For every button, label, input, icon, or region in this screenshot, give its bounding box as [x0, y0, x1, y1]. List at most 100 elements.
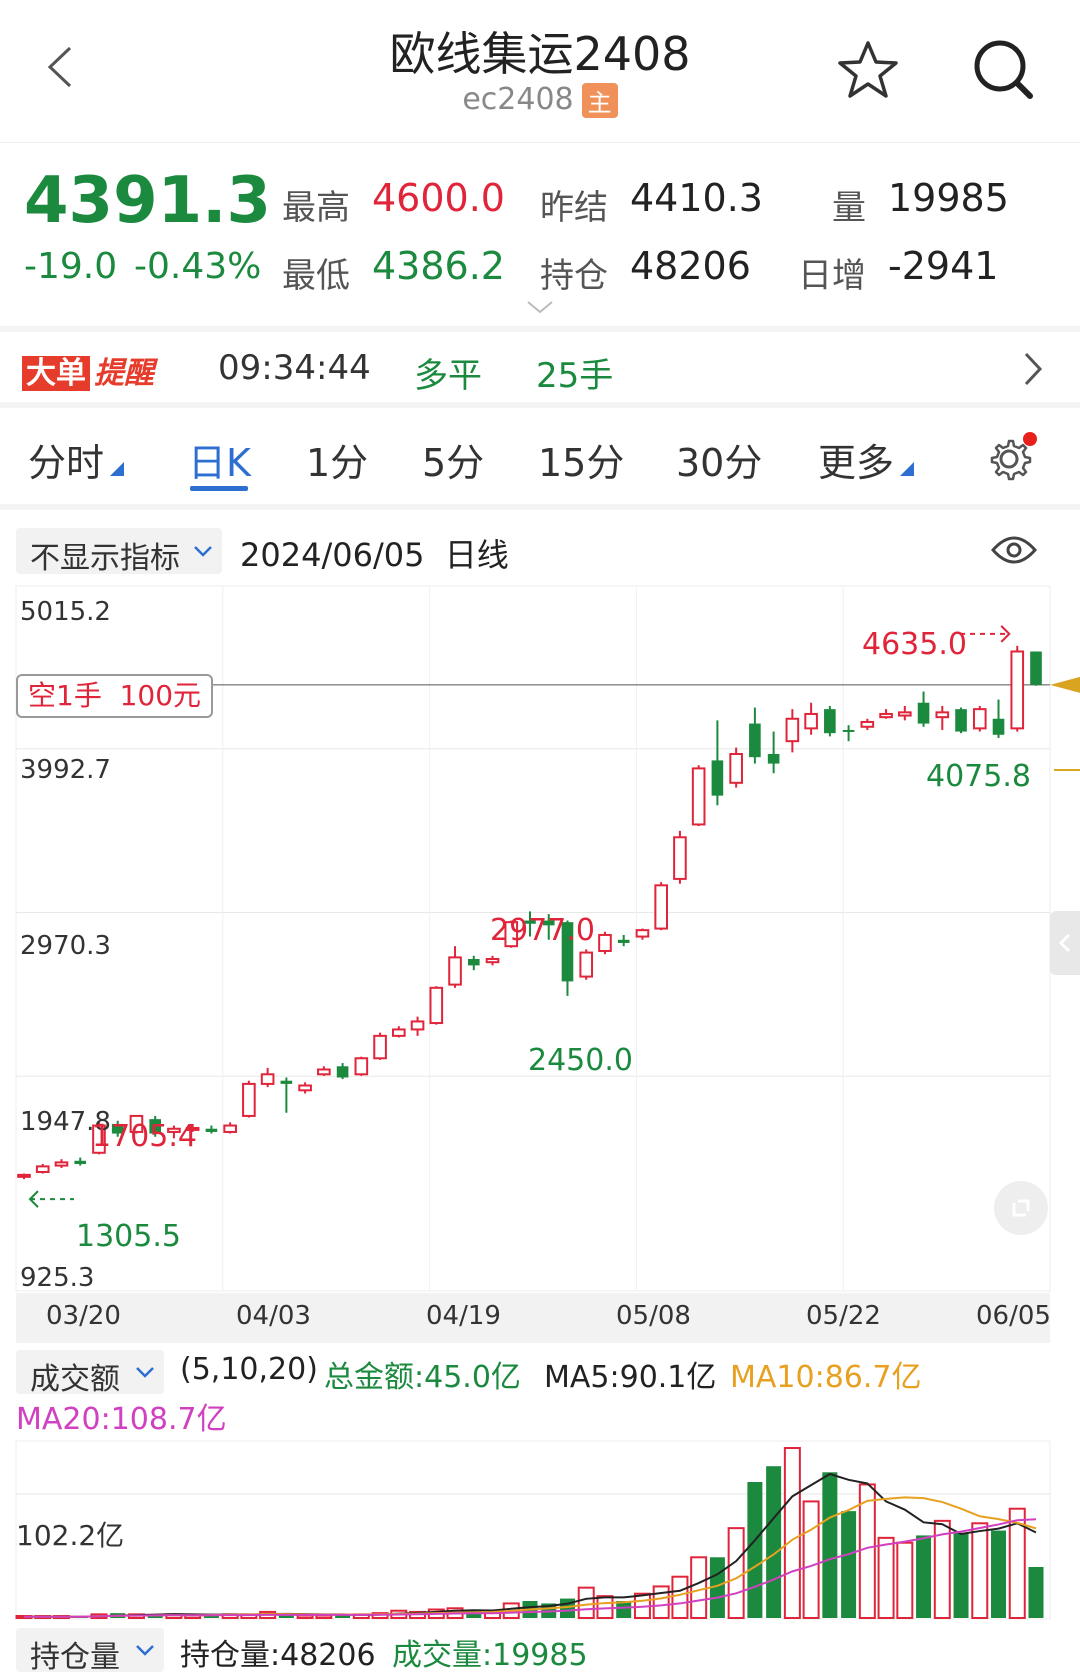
candle-body-up: [785, 717, 800, 743]
tab-5min[interactable]: 5分: [422, 432, 484, 487]
volume-bar-down: [616, 1601, 632, 1618]
collapse-side-handle[interactable]: [1050, 911, 1080, 975]
candle-body-up: [429, 986, 444, 1025]
volume-bar-down: [747, 1482, 763, 1618]
position-tag[interactable]: 空1手 100元: [16, 674, 214, 718]
tab-daily-k[interactable]: 日K: [188, 432, 251, 487]
tab-daily-k-label: 日K: [188, 441, 251, 485]
chevron-down-icon: [134, 1639, 156, 1665]
candle-body-up: [879, 712, 893, 719]
alert-tag: 大单 提醒: [22, 348, 154, 391]
x-tick-2: 04/03: [236, 1301, 311, 1331]
tab-15min[interactable]: 15分: [538, 432, 624, 487]
volume-bar-up: [877, 1536, 895, 1619]
volume-label: 量: [832, 188, 866, 228]
big-order-alert[interactable]: 大单 提醒 09:34:44 多平 25手: [0, 334, 1080, 408]
tab-more[interactable]: 更多: [818, 432, 915, 487]
main-contract-badge: 主: [581, 83, 618, 118]
candle-body-up: [354, 1057, 369, 1076]
position-price-marker: [1050, 676, 1080, 693]
low-label: 最低: [282, 256, 350, 296]
dropdown-corner-icon: [900, 462, 915, 476]
candle-body-up: [223, 1124, 237, 1133]
y-tick-bottom: 925.3: [20, 1263, 95, 1293]
expand-chevron-icon[interactable]: [524, 298, 556, 318]
candle-body-down: [767, 753, 780, 764]
volume-bar-up: [652, 1585, 670, 1620]
active-tab-underline: [190, 486, 248, 491]
candle-body-up: [485, 957, 500, 964]
candle-body-down: [617, 939, 630, 943]
volume-ma10: MA10:86.7亿: [730, 1360, 922, 1395]
candle-body-up: [804, 712, 818, 730]
y-tick-3: 2970.3: [20, 931, 111, 961]
price-change-pct: -0.43%: [134, 246, 262, 287]
candle-body-up: [579, 951, 594, 978]
indicator-select-label: 不显示指标: [30, 541, 180, 576]
chevron-down-icon: [192, 540, 214, 566]
alert-tag-a: 大单: [22, 356, 90, 391]
volume-bar-up: [596, 1595, 614, 1619]
y-tick-2: 3992.7: [20, 755, 111, 785]
volume-params: (5,10,20): [180, 1352, 318, 1387]
candle-body-up: [17, 1173, 31, 1178]
candle-body-down: [74, 1160, 87, 1164]
chevron-right-icon[interactable]: [1020, 350, 1044, 388]
kline-chart[interactable]: 5015.2 3992.7 2970.3 1947.8 925.3 空1手 10…: [0, 585, 1080, 1345]
volume-total: 总金额:45.0亿: [324, 1360, 521, 1395]
annotation-1705: 1705.4: [92, 1119, 197, 1154]
prev-settle-label: 昨结: [540, 188, 608, 228]
candle-body-down: [842, 729, 855, 732]
candle-body-down: [749, 723, 761, 758]
candle-body-up: [260, 1073, 275, 1085]
high-label: 最高: [282, 188, 350, 228]
volume-select[interactable]: 成交额: [16, 1350, 164, 1397]
tab-intraday[interactable]: 分时: [28, 432, 125, 487]
annotation-2450: 2450.0: [528, 1043, 633, 1078]
volume-bar-up: [690, 1556, 708, 1619]
volume-bar-down: [991, 1530, 1007, 1618]
oi-select[interactable]: 持仓量: [16, 1628, 164, 1675]
fullscreen-icon[interactable]: [994, 1181, 1048, 1235]
divider: [0, 326, 1080, 332]
alert-type: 多平: [414, 356, 482, 396]
volume-chart[interactable]: 102.2亿: [0, 1440, 1080, 1622]
dropdown-corner-icon: [110, 462, 125, 476]
x-tick-5: 05/22: [806, 1301, 881, 1331]
candle-body-down: [467, 958, 480, 966]
eye-icon[interactable]: [990, 530, 1038, 570]
alert-time: 09:34:44: [218, 348, 371, 388]
candle-body-up: [635, 929, 650, 938]
candle-body-up: [54, 1161, 69, 1167]
candle-body-up: [654, 884, 668, 930]
volume-bar-up: [783, 1447, 801, 1619]
annotation-4075: 4075.8: [926, 759, 1031, 794]
volume-chart-svg: [15, 1440, 1051, 1620]
volume-ma5: MA5:90.1亿: [544, 1360, 717, 1395]
candle-body-up: [691, 767, 706, 826]
search-icon[interactable]: [970, 36, 1036, 102]
candle-body-down: [992, 718, 1005, 735]
volume-frame: [15, 1440, 1051, 1620]
candle-body-up: [317, 1068, 331, 1076]
volume-bar-up: [802, 1500, 820, 1619]
candle-body-up: [860, 720, 875, 728]
x-tick-4: 05/08: [616, 1301, 691, 1331]
oi-value: 持仓量:48206: [180, 1638, 376, 1673]
candle-body-up: [392, 1028, 406, 1037]
indicator-select[interactable]: 不显示指标: [16, 528, 222, 576]
settings-gear-icon[interactable]: [984, 430, 1038, 484]
annotation-2977: 2977.0: [490, 913, 595, 948]
tab-30min[interactable]: 30分: [676, 432, 762, 487]
candle-body-down: [280, 1080, 293, 1084]
star-icon[interactable]: [836, 38, 900, 102]
tab-1min[interactable]: 1分: [306, 432, 368, 487]
volume-bar-up: [671, 1575, 689, 1619]
candle-body-up: [35, 1165, 50, 1173]
max-price-label: 4635.0: [862, 627, 967, 662]
volume-ma20: MA20:108.7亿: [16, 1402, 227, 1437]
candle-body-down: [917, 702, 930, 724]
volume-bar-up: [971, 1522, 989, 1619]
alert-size: 25手: [536, 356, 614, 396]
y-tick-top: 5015.2: [20, 597, 111, 627]
